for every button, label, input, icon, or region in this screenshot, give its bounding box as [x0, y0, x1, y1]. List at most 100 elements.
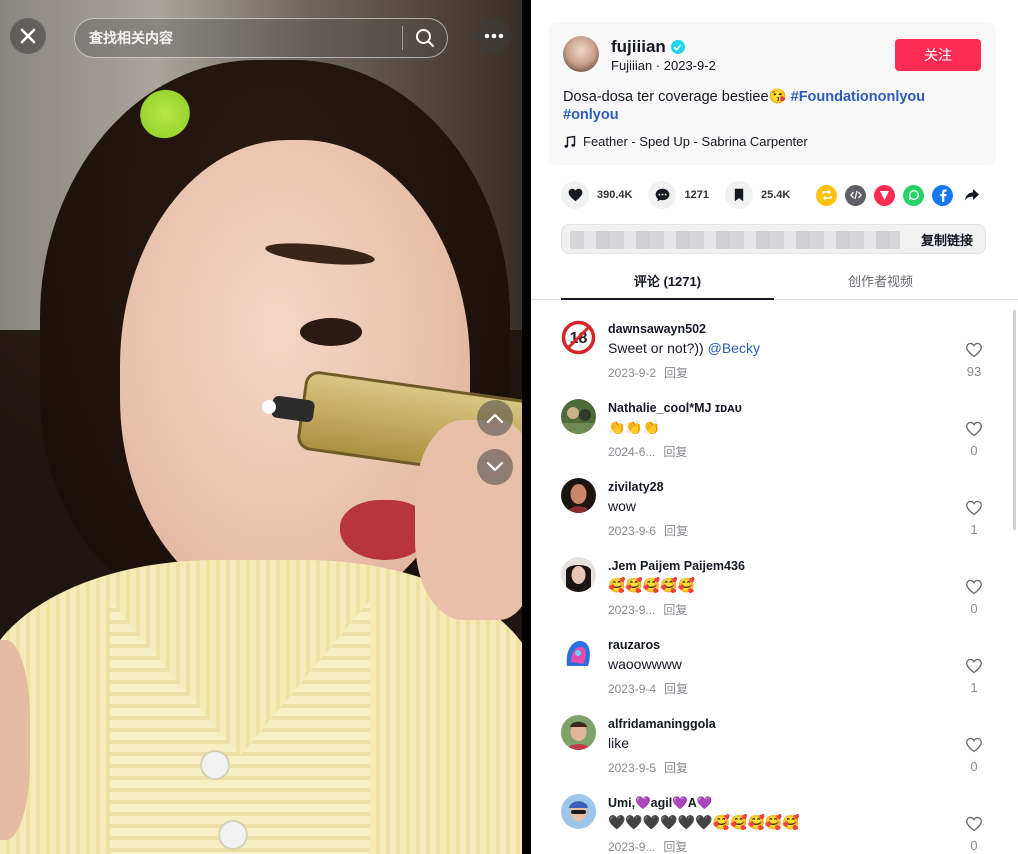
chevron-down-icon: [486, 461, 504, 472]
reply-button[interactable]: 回复: [664, 761, 688, 775]
reply-button[interactable]: 回复: [663, 445, 687, 459]
search-box: [74, 18, 448, 58]
comment-text: 🥰🥰🥰🥰🥰: [608, 577, 696, 593]
commenter-avatar[interactable]: [561, 557, 596, 592]
comment-item: .Jem Paijem Paijem436 🥰🥰🥰🥰🥰 2023-9... 回复 …: [531, 547, 1018, 626]
comment-like-count: 0: [970, 601, 978, 616]
search-button[interactable]: [403, 19, 447, 57]
commenter-avatar[interactable]: 18: [561, 320, 596, 355]
embed-icon[interactable]: [845, 184, 867, 206]
share-arrow-icon[interactable]: [961, 185, 982, 206]
share-group: [816, 184, 982, 206]
commenter-avatar[interactable]: [561, 399, 596, 434]
close-icon: [20, 28, 36, 44]
commenter-name[interactable]: rauzaros: [608, 638, 660, 652]
comment-like-button[interactable]: 1: [961, 500, 987, 537]
comment-item: Nathalie_cool*MJ ɪᴅᴀᴜ 👏👏👏 2024-6... 回复 0: [531, 389, 1018, 468]
send-icon[interactable]: [874, 184, 896, 206]
comment-icon: [648, 181, 677, 209]
commenter-avatar[interactable]: [561, 636, 596, 671]
video-hand: [415, 420, 522, 620]
like-count: 390.4K: [597, 189, 633, 201]
comment-like-count: 93: [966, 364, 982, 379]
author-name[interactable]: fujiiian: [611, 37, 666, 57]
commenter-name[interactable]: Nathalie_cool*MJ ɪᴅᴀᴜ: [608, 401, 742, 415]
author-card: fujiiian Fujiiian · 2023-9-2 关注 Dosa-dos…: [549, 22, 996, 165]
like-button[interactable]: 390.4K: [561, 181, 632, 209]
heart-outline-icon: [966, 816, 982, 832]
tab-creator-videos[interactable]: 创作者视频: [774, 262, 987, 299]
author-avatar[interactable]: [563, 36, 599, 72]
video-player[interactable]: [0, 0, 522, 854]
copy-link-button[interactable]: 复制链接: [907, 225, 985, 253]
comment-text: 🖤🖤🖤🖤🖤🖤🥰🥰🥰🥰🥰: [608, 814, 800, 830]
author-handle: Fujiiian: [611, 58, 653, 73]
commenter-avatar[interactable]: [561, 794, 596, 829]
comment-like-count: 1: [970, 522, 978, 537]
commenter-name[interactable]: .Jem Paijem Paijem436: [608, 559, 745, 573]
comment-like-button[interactable]: 0: [961, 579, 987, 616]
comment-text: waoowwww: [608, 656, 682, 672]
hashtag-link[interactable]: #onlyou: [563, 107, 619, 123]
previous-video-button[interactable]: [477, 400, 513, 436]
repost-icon[interactable]: [816, 184, 838, 206]
follow-button[interactable]: 关注: [895, 39, 981, 71]
commenter-name[interactable]: zivilaty28: [608, 480, 664, 494]
reply-button[interactable]: 回复: [664, 366, 688, 380]
video-link-box: 复制链接: [561, 224, 986, 254]
comment-meta: 2023-9... 回复: [608, 838, 687, 854]
music-row[interactable]: Feather - Sped Up - Sabrina Carpenter: [563, 134, 808, 149]
more-options-button[interactable]: [476, 18, 512, 54]
close-button[interactable]: [10, 18, 46, 54]
whatsapp-icon[interactable]: [903, 184, 925, 206]
comment-text: like: [608, 735, 630, 751]
tab-comments[interactable]: 评论 (1271): [561, 262, 774, 300]
comments-scrollbar[interactable]: [1013, 310, 1016, 530]
comment-like-button[interactable]: 1: [961, 658, 987, 695]
comment-like-count: 0: [970, 759, 978, 774]
music-title[interactable]: Feather - Sped Up - Sabrina Carpenter: [583, 134, 808, 149]
comment-mention[interactable]: @Becky: [708, 340, 760, 356]
comment-item: Umi,💜agil💜A💜 🖤🖤🖤🖤🖤🖤🥰🥰🥰🥰🥰 2023-9... 回复 0: [531, 784, 1018, 854]
reply-button[interactable]: 回复: [663, 603, 687, 617]
comment-meta: 2023-9-4 回复: [608, 680, 688, 697]
reply-button[interactable]: 回复: [663, 840, 687, 854]
next-video-button[interactable]: [477, 449, 513, 485]
commenter-name[interactable]: dawnsawayn502: [608, 322, 706, 336]
comment-like-button[interactable]: 93: [961, 342, 987, 379]
reply-button[interactable]: 回复: [664, 524, 688, 538]
author-meta: Fujiiian · 2023-9-2: [611, 58, 716, 73]
hashtag-link[interactable]: #Foundationonlyou: [791, 89, 926, 105]
author-name-row[interactable]: fujiiian: [611, 37, 685, 57]
commenter-avatar[interactable]: [561, 478, 596, 513]
heart-outline-icon: [966, 737, 982, 753]
comment-date: 2024-6...: [608, 445, 656, 459]
facebook-icon[interactable]: [932, 184, 954, 206]
commenter-name[interactable]: alfridamaninggola: [608, 717, 716, 731]
more-icon: [484, 33, 504, 39]
comment-like-button[interactable]: 0: [961, 421, 987, 458]
video-eye: [300, 318, 362, 346]
comment-button[interactable]: 1271: [648, 181, 709, 209]
comment-meta: 2023-9-6 回复: [608, 522, 688, 539]
comment-like-count: 0: [970, 443, 978, 458]
commenter-avatar[interactable]: [561, 715, 596, 750]
commenter-name[interactable]: Umi,💜agil💜A💜: [608, 796, 712, 811]
search-icon: [416, 29, 434, 47]
video-link-url[interactable]: [570, 231, 900, 249]
comment-date: 2023-9-2: [608, 366, 657, 380]
heart-icon: [561, 181, 589, 209]
comment-meta: 2023-9-5 回复: [608, 759, 688, 776]
meta-separator: ·: [655, 58, 664, 73]
search-input[interactable]: [75, 19, 402, 57]
comment-like-button[interactable]: 0: [961, 737, 987, 774]
favorite-button[interactable]: 25.4K: [724, 181, 790, 209]
comment-text: Sweet or not?)) @Becky: [608, 340, 760, 356]
comment-like-count: 0: [970, 838, 978, 853]
video-description: Dosa-dosa ter coverage bestiee😘 #Foundat…: [563, 88, 983, 124]
heart-outline-icon: [966, 500, 982, 516]
description-text: Dosa-dosa ter coverage bestiee😘: [563, 89, 791, 105]
reply-button[interactable]: 回复: [664, 682, 688, 696]
comment-like-button[interactable]: 0: [961, 816, 987, 853]
comment-count: 1271: [684, 189, 709, 201]
